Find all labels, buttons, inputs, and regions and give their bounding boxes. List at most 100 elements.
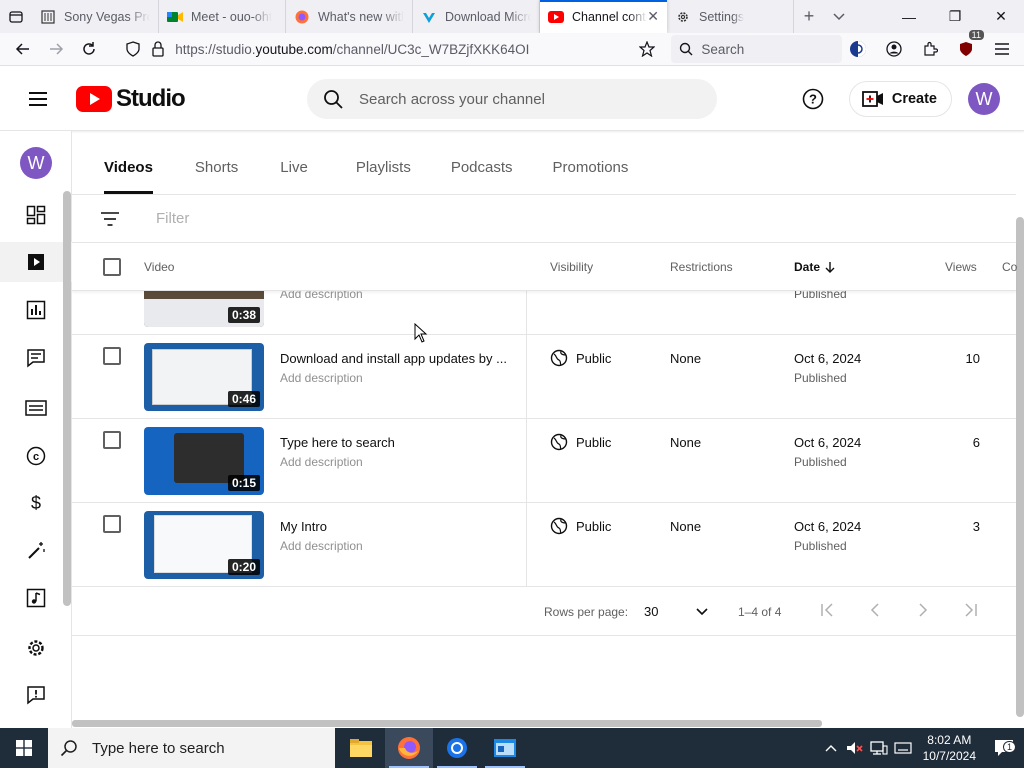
- visibility-cell[interactable]: Public: [550, 433, 611, 451]
- video-title[interactable]: Download and install app updates by ...: [280, 351, 512, 366]
- back-button[interactable]: [6, 34, 39, 64]
- taskbar-clock[interactable]: 8:02 AM 10/7/2024: [915, 732, 984, 764]
- sidebar-item-send-feedback[interactable]: [0, 675, 72, 715]
- sidebar-item-analytics[interactable]: [0, 290, 72, 330]
- keyboard-button[interactable]: [891, 742, 915, 754]
- browser-tab-channel-content[interactable]: Channel conte ✕: [540, 0, 667, 33]
- channel-avatar[interactable]: W: [0, 143, 72, 183]
- sidebar-item-customization[interactable]: [0, 531, 72, 571]
- channel-search-input[interactable]: Search across your channel: [307, 79, 717, 119]
- table-row[interactable]: 0:46 Download and install app updates by…: [72, 335, 1016, 419]
- browser-search-field[interactable]: Search: [671, 35, 842, 63]
- taskbar-chrome[interactable]: [433, 728, 481, 768]
- new-tab-button[interactable]: +: [794, 0, 824, 33]
- restore-button[interactable]: ❐: [932, 0, 978, 33]
- column-views[interactable]: Views: [945, 260, 977, 274]
- ublock-extension-button[interactable]: 11: [950, 30, 984, 64]
- tab-videos[interactable]: Videos: [104, 151, 153, 194]
- sidebar-item-earn[interactable]: $: [0, 483, 72, 523]
- minimize-button[interactable]: —: [886, 0, 932, 33]
- sidebar-item-dashboard[interactable]: [0, 195, 72, 235]
- menu-button[interactable]: [18, 79, 58, 119]
- create-button[interactable]: Create: [848, 81, 952, 117]
- close-window-button[interactable]: ✕: [978, 0, 1024, 33]
- column-visibility[interactable]: Visibility: [550, 260, 593, 274]
- video-title[interactable]: Type here to search: [280, 435, 512, 450]
- tab-overview-button[interactable]: [0, 0, 32, 33]
- select-all-checkbox[interactable]: [103, 257, 121, 276]
- browser-tab-sony-vegas[interactable]: Sony Vegas Pro 1: [32, 0, 159, 33]
- video-description[interactable]: Add description: [280, 371, 363, 385]
- table-row[interactable]: 0:15 Type here to search Add description…: [72, 419, 1016, 503]
- tab-playlists[interactable]: Playlists: [356, 151, 411, 194]
- notifications-button[interactable]: 1: [984, 739, 1024, 757]
- tab-live[interactable]: Live: [280, 151, 308, 194]
- rows-per-page-select[interactable]: 30: [644, 604, 709, 619]
- taskbar-app[interactable]: [481, 728, 529, 768]
- row-checkbox[interactable]: [103, 515, 121, 533]
- last-page-button[interactable]: [962, 603, 978, 620]
- help-button[interactable]: ?: [793, 79, 833, 119]
- filter-button[interactable]: [100, 211, 124, 226]
- vpn-button[interactable]: [842, 34, 874, 64]
- studio-logo[interactable]: Studio: [76, 85, 186, 113]
- vertical-scrollbar[interactable]: [1016, 217, 1024, 717]
- url-bar[interactable]: https://studio. youtube.com/channel/UC3c_…: [125, 34, 630, 64]
- video-description[interactable]: Add description: [280, 455, 363, 469]
- sidebar-item-content[interactable]: [0, 242, 72, 282]
- volume-button[interactable]: [843, 741, 867, 755]
- video-thumbnail[interactable]: 0:38: [144, 291, 264, 327]
- next-page-button[interactable]: [918, 603, 928, 620]
- bookmark-star-button[interactable]: [630, 34, 663, 64]
- column-restrictions[interactable]: Restrictions: [670, 260, 733, 274]
- sidebar-item-comments[interactable]: [0, 338, 72, 378]
- close-tab-icon[interactable]: ✕: [647, 8, 659, 25]
- filter-input[interactable]: Filter: [156, 210, 189, 227]
- tab-podcasts[interactable]: Podcasts: [451, 151, 513, 194]
- tab-promotions[interactable]: Promotions: [553, 151, 629, 194]
- start-button[interactable]: [0, 728, 48, 768]
- browser-tab-download[interactable]: Download Micro: [413, 0, 540, 33]
- first-page-button[interactable]: [820, 603, 836, 620]
- sidebar-item-copyright[interactable]: c: [0, 436, 72, 476]
- prev-page-button[interactable]: [870, 603, 880, 620]
- sidebar-item-settings[interactable]: [0, 628, 72, 668]
- column-comments[interactable]: Co: [1002, 260, 1017, 274]
- reload-button[interactable]: [72, 34, 105, 64]
- table-row[interactable]: 0:20 My Intro Add description Public Non…: [72, 503, 1016, 587]
- lock-icon[interactable]: [151, 41, 165, 57]
- list-all-tabs-button[interactable]: [824, 0, 854, 33]
- forward-button[interactable]: [39, 34, 72, 64]
- row-checkbox[interactable]: [103, 347, 121, 365]
- browser-tab-whats-new[interactable]: What's new with: [286, 0, 413, 33]
- sidebar-scrollbar[interactable]: [63, 191, 71, 606]
- column-date-sorted[interactable]: Date: [794, 260, 836, 274]
- show-hidden-icons-button[interactable]: [819, 744, 843, 752]
- browser-tab-meet[interactable]: Meet - ouo-oht: [159, 0, 286, 33]
- taskbar-search-input[interactable]: Type here to search: [48, 728, 335, 768]
- video-thumbnail[interactable]: 0:20: [144, 511, 264, 579]
- network-button[interactable]: [867, 740, 891, 756]
- horizontal-scrollbar[interactable]: [72, 720, 822, 727]
- tab-shorts[interactable]: Shorts: [195, 151, 238, 194]
- taskbar-firefox[interactable]: [385, 728, 433, 768]
- extensions-button[interactable]: [914, 34, 946, 64]
- video-title[interactable]: My Intro: [280, 519, 512, 534]
- app-menu-button[interactable]: [986, 34, 1018, 64]
- video-thumbnail[interactable]: 0:15: [144, 427, 264, 495]
- table-row[interactable]: 0:38 Add description Published: [72, 291, 1016, 335]
- video-date-status: Published: [794, 291, 847, 301]
- shield-icon[interactable]: [125, 41, 141, 57]
- visibility-cell[interactable]: Public: [550, 517, 611, 535]
- video-thumbnail[interactable]: 0:46: [144, 343, 264, 411]
- taskbar-file-explorer[interactable]: [337, 728, 385, 768]
- visibility-cell[interactable]: Public: [550, 349, 611, 367]
- account-button[interactable]: [878, 34, 910, 64]
- video-description[interactable]: Add description: [280, 291, 363, 301]
- sidebar-item-subtitles[interactable]: [0, 388, 72, 428]
- browser-tab-settings[interactable]: Settings: [667, 0, 794, 33]
- account-avatar[interactable]: W: [968, 83, 1000, 115]
- sidebar-item-audio-library[interactable]: [0, 578, 72, 618]
- row-checkbox[interactable]: [103, 431, 121, 449]
- video-description[interactable]: Add description: [280, 539, 363, 553]
